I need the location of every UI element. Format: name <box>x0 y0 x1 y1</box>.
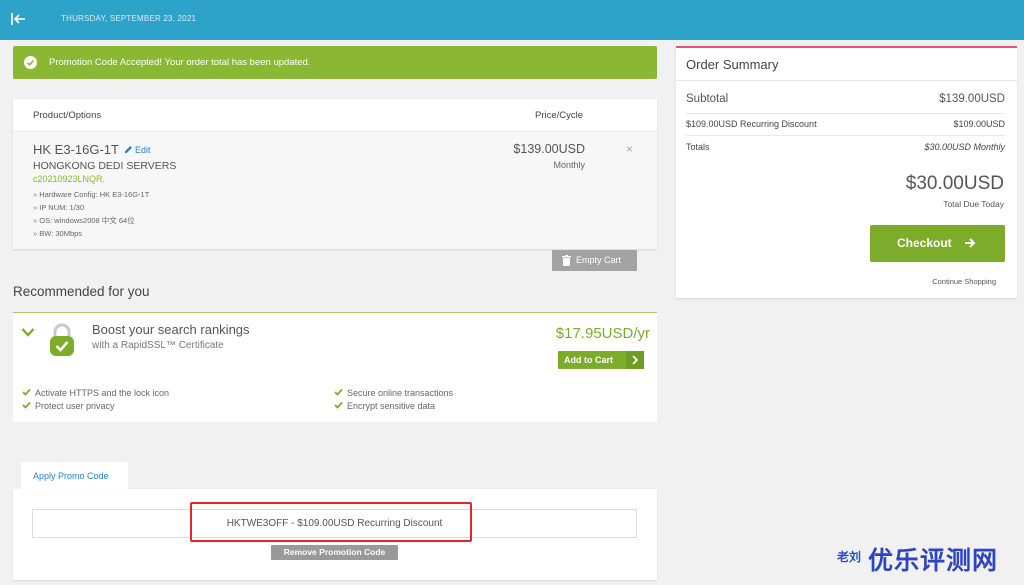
remove-promo-label: Remove Promotion Code <box>283 547 386 557</box>
subtotal-value: $139.00USD <box>939 93 1005 105</box>
ssl-lock-icon <box>50 323 74 356</box>
feature-label: Secure online transactions <box>347 388 454 398</box>
promo-panel: HKTWE3OFF - $109.00USD Recurring Discoun… <box>13 489 657 580</box>
top-bar: THURSDAY, SEPTEMBER 23, 2021 <box>0 0 1024 40</box>
total-due-label: Total Due Today <box>943 199 1004 209</box>
header-date: THURSDAY, SEPTEMBER 23, 2021 <box>61 14 197 23</box>
option-item: OS: windows2008 中文 64位 <box>33 214 149 227</box>
recommended-headline: Boost your search rankings <box>92 322 250 337</box>
remove-promo-button[interactable]: Remove Promotion Code <box>271 545 398 560</box>
feature-item: Activate HTTPS and the lock icon <box>22 388 169 398</box>
discount-row: $109.00USD Recurring Discount $109.00USD <box>686 119 1005 129</box>
recommended-title: Recommended for you <box>13 284 150 299</box>
check-icon <box>22 401 31 409</box>
checkout-label: Checkout <box>897 236 952 250</box>
order-summary: Order Summary Subtotal $139.00USD $109.0… <box>676 46 1017 298</box>
product-group: HONGKONG DEDI SERVERS <box>33 160 177 172</box>
cart-header: Product/Options Price/Cycle <box>13 99 657 131</box>
divider <box>686 135 1005 136</box>
totals-label: Totals <box>686 142 710 152</box>
feature-label: Protect user privacy <box>35 401 115 411</box>
trash-icon <box>562 255 571 266</box>
chevron-down-icon[interactable] <box>21 327 35 337</box>
recommended-price: $17.95USD/yr <box>555 325 650 342</box>
item-price: $139.00USD <box>513 142 585 156</box>
discount-label: $109.00USD Recurring Discount <box>686 119 817 129</box>
cart-table: Product/Options Price/Cycle HK E3-16G-1T… <box>13 99 657 249</box>
pencil-icon <box>125 146 132 153</box>
check-icon <box>22 388 31 396</box>
feature-item: Encrypt sensitive data <box>334 401 435 411</box>
option-item: IP NUM: 1/30 <box>33 201 149 214</box>
order-summary-title: Order Summary <box>686 57 779 72</box>
empty-cart-label: Empty Cart <box>576 255 622 265</box>
alert-message: Promotion Code Accepted! Your order tota… <box>49 57 311 68</box>
promo-accepted-alert: Promotion Code Accepted! Your order tota… <box>13 46 657 79</box>
feature-label: Encrypt sensitive data <box>347 401 436 411</box>
edit-label: Edit <box>135 145 151 155</box>
edit-link[interactable]: Edit <box>124 145 151 155</box>
checkout-button[interactable]: Checkout <box>870 225 1005 262</box>
feature-item: Secure online transactions <box>334 388 453 398</box>
watermark-logo: 优乐评测网 <box>868 547 999 575</box>
chevron-right-icon <box>626 351 644 369</box>
add-to-cart-label: Add to Cart <box>564 355 613 365</box>
product-options: Hardware Config: HK E3-16G-1T IP NUM: 1/… <box>33 188 149 240</box>
collapse-left-icon[interactable] <box>10 10 26 28</box>
option-item: Hardware Config: HK E3-16G-1T <box>33 188 149 201</box>
product-column-header: Product/Options <box>33 110 102 121</box>
remove-item-icon[interactable]: × <box>626 142 633 156</box>
add-to-cart-button[interactable]: Add to Cart <box>558 351 644 369</box>
check-circle-icon <box>24 56 37 69</box>
item-cycle: Monthly <box>553 160 585 170</box>
option-item: BW: 30Mbps <box>33 227 149 240</box>
discount-value: $109.00USD <box>953 119 1005 129</box>
check-icon <box>334 401 343 409</box>
product-name: HK E3-16G-1T <box>33 142 119 157</box>
subtotal-row: Subtotal $139.00USD <box>686 93 1005 105</box>
total-due-amount: $30.00USD <box>905 173 1004 194</box>
check-icon <box>334 388 343 396</box>
highlight-box <box>190 502 472 542</box>
totals-row: Totals $30.00USD Monthly <box>686 142 1005 152</box>
divider <box>676 80 1017 81</box>
divider <box>686 113 1005 114</box>
empty-cart-button[interactable]: Empty Cart <box>552 250 637 271</box>
continue-shopping-link[interactable]: Continue Shopping <box>932 277 996 286</box>
feature-item: Protect user privacy <box>22 401 115 411</box>
tab-label: Apply Promo Code <box>33 471 109 481</box>
cart-item: HK E3-16G-1T Edit HONGKONG DEDI SERVERS … <box>13 131 657 249</box>
watermark-small: 老刘 <box>837 550 862 564</box>
arrow-right-icon <box>965 238 976 248</box>
feature-label: Activate HTTPS and the lock icon <box>35 388 170 398</box>
totals-value: $30.00USD Monthly <box>924 142 1005 152</box>
price-column-header: Price/Cycle <box>535 110 584 121</box>
subtotal-label: Subtotal <box>686 93 729 105</box>
recommended-subtitle: with a RapidSSL™ Certificate <box>92 340 224 351</box>
tab-apply-promo-code[interactable]: Apply Promo Code <box>21 462 128 489</box>
recommended-product-card: Boost your search rankings with a RapidS… <box>13 312 657 422</box>
product-domain: c20210923LNQR. <box>33 174 106 184</box>
